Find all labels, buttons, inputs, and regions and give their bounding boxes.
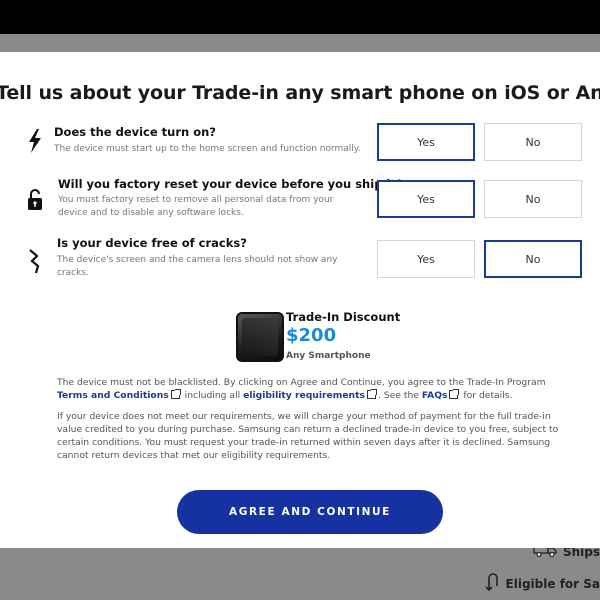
eligibility-requirements-link[interactable]: eligibility requirements bbox=[243, 390, 365, 401]
question-title: Will you factory reset your device befor… bbox=[58, 177, 403, 191]
external-link-icon bbox=[366, 389, 377, 399]
eligible-info: Eligible for Sa bbox=[484, 572, 600, 595]
top-bar bbox=[0, 0, 600, 34]
no-button[interactable]: No bbox=[484, 123, 582, 161]
question-title: Is your device free of cracks? bbox=[57, 236, 247, 250]
trade-in-modal: Tell us about your Trade-in any smart ph… bbox=[0, 52, 600, 548]
agree-and-continue-button[interactable]: AGREE AND CONTINUE bbox=[177, 490, 443, 534]
question-description: The device must start up to the home scr… bbox=[54, 144, 361, 154]
no-button[interactable]: No bbox=[484, 240, 582, 278]
external-link-icon bbox=[449, 389, 460, 399]
external-link-icon bbox=[170, 389, 181, 399]
legal-text: including all bbox=[184, 390, 241, 401]
return-arrow-icon bbox=[484, 572, 502, 595]
discount-label: Trade-In Discount bbox=[286, 310, 401, 324]
question-title: Does the device turn on? bbox=[54, 125, 216, 139]
crack-icon bbox=[26, 248, 44, 274]
terms-and-conditions-link[interactable]: Terms and Conditions bbox=[57, 390, 169, 401]
modal-title: Tell us about your Trade-in any smart ph… bbox=[0, 82, 600, 104]
yes-button[interactable]: Yes bbox=[377, 180, 475, 218]
legal-paragraph-requirements: If your device does not meet our require… bbox=[57, 411, 559, 461]
legal-text: for details. bbox=[463, 390, 513, 401]
legal-text: . See the bbox=[377, 390, 419, 401]
trade-in-discount: Trade-In Discount $200 Any Smartphone bbox=[236, 310, 436, 366]
unlocked-padlock-icon bbox=[26, 187, 44, 213]
discount-amount: $200 bbox=[286, 325, 337, 346]
lightning-bolt-icon bbox=[26, 128, 44, 154]
question-description: You must factory reset to remove all per… bbox=[58, 195, 334, 218]
question-description: The device's screen and the camera lens … bbox=[57, 255, 338, 278]
discount-device: Any Smartphone bbox=[286, 351, 371, 361]
legal-paragraph-agreement: The device must not be blacklisted. By c… bbox=[57, 376, 577, 402]
no-button[interactable]: No bbox=[484, 180, 582, 218]
legal-text: The device must not be blacklisted. By c… bbox=[57, 377, 546, 388]
yes-button[interactable]: Yes bbox=[377, 240, 475, 278]
phone-image bbox=[236, 312, 284, 362]
eligible-label: Eligible for Sa bbox=[505, 576, 600, 591]
yes-button[interactable]: Yes bbox=[377, 123, 475, 161]
faqs-link[interactable]: FAQs bbox=[422, 390, 448, 401]
